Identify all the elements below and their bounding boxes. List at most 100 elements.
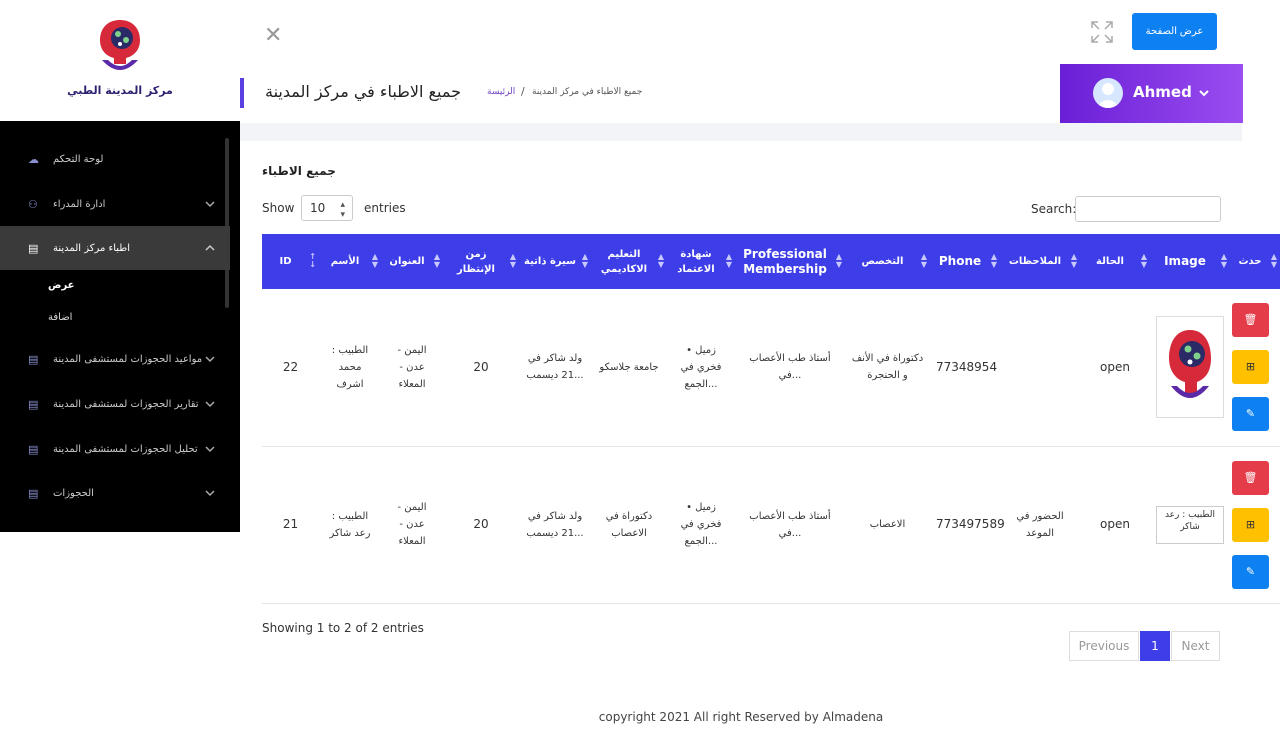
col-header-phone[interactable]: Phone ▲ ▼ xyxy=(930,234,1000,289)
show-label: Show xyxy=(262,201,295,215)
col-header-image[interactable]: Image ▲ ▼ xyxy=(1150,234,1230,289)
sort-icon: ▲ ▼ xyxy=(1220,252,1227,269)
grid-icon: ⊞ xyxy=(1245,360,1256,374)
pagination-previous[interactable]: Previous xyxy=(1069,631,1139,661)
view-page-button[interactable]: عرض الصفحة xyxy=(1132,13,1217,50)
details-button[interactable]: ⊞ xyxy=(1232,350,1269,385)
chevron-down-icon xyxy=(205,356,215,363)
delete-button[interactable]: 🗑 xyxy=(1232,460,1269,495)
brand-logo xyxy=(100,20,140,70)
doctor-photo-logo xyxy=(1169,330,1211,399)
content-divider xyxy=(240,123,1242,141)
sidebar-item-label: الحجوزات xyxy=(53,487,94,499)
trash-icon: 🗑 xyxy=(1243,313,1258,327)
pagination-page-1[interactable]: 1 xyxy=(1140,631,1170,661)
sidebar-item-doctors[interactable]: ▤ اطباء مركز المدينة xyxy=(0,226,230,270)
document-icon: ▤ xyxy=(28,487,39,500)
col-header-address[interactable]: العنوان ▲ ▼ xyxy=(381,234,443,289)
updown-icon: ▴ ▾ xyxy=(340,200,345,220)
table-row: 22 الطبيب : محمد اشرف اليمن - عدن - المع… xyxy=(262,289,1280,446)
document-icon: ▤ xyxy=(28,398,39,411)
card-title: جميع الاطباء xyxy=(262,164,336,178)
col-header-action[interactable]: حدث ▲ ▼ xyxy=(1230,234,1280,289)
col-header-id[interactable]: ID ↑ ↓ xyxy=(262,234,319,289)
details-button[interactable]: ⊞ xyxy=(1232,507,1269,542)
chevron-up-icon xyxy=(205,244,215,251)
chevron-down-icon xyxy=(205,490,215,497)
brand-name: مركز المدينة الطبي xyxy=(67,84,173,97)
pencil-icon: ✎ xyxy=(1245,407,1256,421)
pencil-icon: ✎ xyxy=(1245,564,1256,578)
copyright: copyright 2021 All right Reserved by Alm… xyxy=(598,710,884,724)
cell-membership: أستاذ طب الأعصاب في... xyxy=(749,510,831,539)
sort-icon: ▲ ▼ xyxy=(920,252,927,269)
cell-membership: أستاذ طب الأعصاب في... xyxy=(749,353,831,382)
sort-icon: ▲ ▼ xyxy=(657,252,664,269)
col-header-wait[interactable]: زمن الإنتظار ▲ ▼ xyxy=(443,234,519,289)
entries-length-select[interactable]: 10 ▴ ▾ xyxy=(301,195,353,221)
trash-icon: 🗑 xyxy=(1243,470,1258,484)
cell-phone: 77348954 xyxy=(936,359,998,374)
entries-length-value: 10 xyxy=(310,201,326,215)
col-header-label: شهادة الاعتماد xyxy=(677,248,715,275)
sidebar-subitem-add[interactable]: اضافة xyxy=(48,312,72,323)
sort-icon: ▲ ▼ xyxy=(581,252,588,269)
document-icon: ▤ xyxy=(28,242,39,255)
sidebar-item-managers[interactable]: ⚇ ادارة المدراء xyxy=(0,182,230,226)
grid-icon: ⊞ xyxy=(1245,517,1256,531)
breadcrumb-home-link[interactable]: الرئيسة xyxy=(487,87,515,97)
col-header-education[interactable]: التعليم الاكاديمي ▲ ▼ xyxy=(591,234,667,289)
sidebar-item-reports[interactable]: ▤ تقارير الحجوزات لمستشفى المدينة xyxy=(0,382,230,426)
edit-button[interactable]: ✎ xyxy=(1232,554,1269,589)
page-title: جميع الاطباء في مركز المدينة xyxy=(265,82,462,101)
cell-id: 21 xyxy=(282,517,299,531)
col-header-certificate[interactable]: شهادة الاعتماد ▲ ▼ xyxy=(667,234,735,289)
cell-certificate: زميل • فخري في الجمع... xyxy=(680,502,722,547)
cell-address: اليمن - عدن - المعلاء xyxy=(397,502,427,547)
sort-icon: ▲ ▼ xyxy=(725,252,732,269)
search-label: Search: xyxy=(1031,202,1077,216)
col-header-label: التخصص xyxy=(861,256,904,267)
cell-address: اليمن - عدن - المعلاء xyxy=(397,344,427,390)
cell-cv: ولد شاكر في 21 ديسمب... xyxy=(526,510,584,539)
cell-image: الطبيب : رعد شاكر xyxy=(1150,446,1230,603)
delete-button[interactable]: 🗑 xyxy=(1232,303,1269,338)
expand-icon[interactable] xyxy=(1090,20,1114,44)
col-header-label: حدث xyxy=(1238,256,1262,267)
search-input[interactable] xyxy=(1075,196,1221,222)
cell-status: open xyxy=(1100,517,1130,531)
sidebar-item-label: ادارة المدراء xyxy=(53,198,106,210)
cell-actions: 🗑 ⊞ ✎ xyxy=(1230,446,1280,603)
col-header-name[interactable]: الأسم ▲ ▼ xyxy=(319,234,381,289)
chevron-down-icon xyxy=(1199,90,1209,97)
sort-icon: ▲ ▼ xyxy=(835,252,842,269)
pagination-next[interactable]: Next xyxy=(1171,631,1220,661)
cell-actions: 🗑 ⊞ ✎ xyxy=(1230,289,1280,446)
close-icon[interactable]: ✕ xyxy=(264,25,284,47)
sidebar-item-analytics[interactable]: ▤ تحليل الحجوزات لمستشفى المدينة xyxy=(0,427,230,471)
col-header-status[interactable]: الحالة ▲ ▼ xyxy=(1080,234,1150,289)
sidebar: مركز المدينة الطبي ☁ لوحة التحكم ⚇ ادارة… xyxy=(0,0,240,532)
cell-wait: 20 xyxy=(473,359,489,374)
col-header-membership[interactable]: Professional Membership ▲ ▼ xyxy=(735,234,845,289)
edit-button[interactable]: ✎ xyxy=(1232,397,1269,432)
doctor-image-broken[interactable]: الطبيب : رعد شاكر xyxy=(1156,505,1224,544)
col-header-notes[interactable]: الملاحظات ▲ ▼ xyxy=(1000,234,1080,289)
header-accent-bar xyxy=(240,78,244,108)
sidebar-subitem-view[interactable]: عرض xyxy=(48,280,75,291)
cell-name: الطبيب : محمد اشرف xyxy=(331,344,369,390)
sidebar-item-appointments[interactable]: ▤ مواعيد الحجوزات لمستشفى المدينة xyxy=(0,337,230,381)
sort-icon: ▲ ▼ xyxy=(990,252,997,269)
sidebar-item-dashboard[interactable]: ☁ لوحة التحكم xyxy=(0,137,230,181)
col-header-cv[interactable]: سيرة ذاتية ▲ ▼ xyxy=(519,234,591,289)
user-menu[interactable]: Ahmed xyxy=(1060,64,1243,123)
table-info: Showing 1 to 2 of 2 entries xyxy=(262,621,424,635)
sidebar-item-bookings[interactable]: ▤ الحجوزات xyxy=(0,471,230,515)
sort-icon: ▲ ▼ xyxy=(433,252,440,269)
breadcrumb-current: جميع الاطباء في مركز المدينة xyxy=(532,87,643,97)
document-icon: ▤ xyxy=(28,353,39,366)
col-header-specialty[interactable]: التخصص ▲ ▼ xyxy=(845,234,930,289)
sort-icon: ▲ ▼ xyxy=(1070,252,1077,269)
doctor-image[interactable] xyxy=(1156,316,1224,419)
cell-certificate: زميل • فخري في الجمع... xyxy=(680,344,722,390)
